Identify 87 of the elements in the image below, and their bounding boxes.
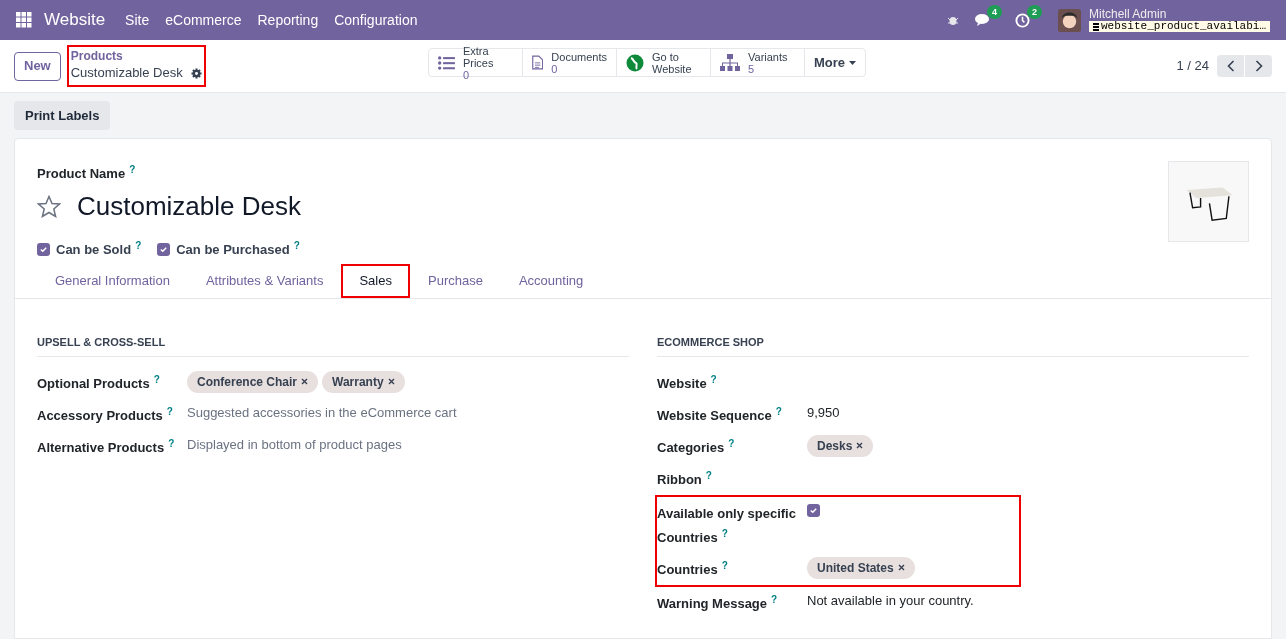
check-icon [39,245,48,255]
breadcrumb-link[interactable]: Products [70,49,202,64]
bug-icon[interactable] [946,14,959,26]
tab[interactable]: General Information [37,263,188,298]
checkbox[interactable] [37,243,50,257]
tag: Desks [807,434,874,457]
help-tooltip-mark[interactable]: ? [293,240,300,251]
field-value[interactable]: Not available in your country. [807,590,974,610]
app-name[interactable]: Website [44,7,106,33]
smart-button[interactable]: Documents 0 [523,49,617,76]
help-tooltip-mark[interactable]: ? [135,240,142,251]
checkbox-label[interactable]: Can be Sold $^{?}$ [56,240,142,260]
help-tooltip-mark[interactable]: ? [721,527,728,539]
field-label: Available only specific Countries $^{?}$ [657,505,796,545]
section-title: UPSELL & CROSS-SELL [37,335,166,348]
next-button[interactable] [1245,55,1272,77]
smart-button[interactable]: Variants 5 [711,49,805,76]
checkbox-label[interactable]: Can be Purchased $^{?}$ [176,240,300,260]
list-icon [438,54,455,71]
tag: United States [807,556,915,579]
notification-badge: 2 [1026,4,1042,19]
tab[interactable]: Accounting [500,263,602,298]
menu-item[interactable]: eCommerce [165,9,242,31]
field-label: Warning Message $^{?}$ [657,595,778,611]
checkbox[interactable] [807,503,820,517]
remove-tag-icon[interactable] [856,442,864,449]
globe-icon [626,53,644,72]
field-label: Website Sequence $^{?}$ [657,407,782,423]
field-label: Alternative Products $^{?}$ [37,439,175,455]
product-name[interactable]: Customizable Desk [77,187,301,226]
help-tooltip-mark[interactable]: ? [153,373,160,385]
field-label: Optional Products $^{?}$ [37,375,160,391]
field-label: Categories $^{?}$ [657,439,735,455]
smart-button[interactable]: Go to Website [617,49,711,76]
notification-badge: 4 [986,5,1002,19]
tag: Warranty [322,370,405,393]
help-tooltip-mark[interactable]: ? [168,437,175,449]
menu-item[interactable]: Site [125,9,150,31]
help-tooltip-mark[interactable]: ? [705,469,712,481]
check-icon [809,505,818,515]
help-tooltip-mark[interactable]: ? [728,437,735,449]
record-title: Customizable Desk [70,64,183,83]
help-tooltip-mark[interactable]: ? [129,164,136,175]
tag: Conference Chair [187,370,319,393]
apps-menu-icon[interactable] [16,12,32,28]
field-value[interactable]: 9,950 [807,402,840,422]
field-label: Website $^{?}$ [657,375,717,391]
check-icon [159,245,169,255]
checkbox[interactable] [157,243,171,257]
section-title: ECOMMERCE SHOP [657,335,764,348]
field-label: Accessory Products $^{?}$ [37,407,173,423]
menu-item[interactable]: Configuration [334,9,418,31]
tab[interactable]: Sales [341,263,410,298]
help-tooltip-mark[interactable]: ? [166,405,173,417]
settings-icon[interactable] [190,67,202,79]
chat-icon[interactable] [974,13,991,27]
tab[interactable]: Attributes & Variants [187,263,342,298]
help-tooltip-mark[interactable]: ? [721,559,728,571]
input-field[interactable]: Suggested accessories in the eCommerce cart [187,402,457,422]
pager-counter: 1 / 24 [1176,57,1209,76]
user-name[interactable]: Mitchell Admin [1088,8,1270,20]
help-tooltip-mark[interactable]: ? [775,405,782,417]
remove-tag-icon[interactable] [387,378,395,385]
chevron-left-icon [1226,60,1235,72]
chevron-right-icon [1254,60,1263,72]
print-labels-button[interactable]: Print Labels [14,101,111,130]
remove-tag-icon[interactable] [301,378,309,385]
hierarchy-icon [720,53,740,72]
new-button[interactable]: New [14,51,61,81]
field-label: Ribbon $^{?}$ [657,471,712,487]
document-icon [532,53,544,72]
more-button[interactable]: More [805,49,866,76]
database-name: website_product_availabi… [1088,21,1270,32]
help-tooltip-mark[interactable]: ? [771,593,778,605]
avatar[interactable] [1057,8,1081,32]
previous-button[interactable] [1217,55,1244,77]
star-icon[interactable] [37,195,61,218]
field-label: Countries $^{?}$ [657,561,728,577]
clock-icon[interactable] [1014,12,1030,28]
help-tooltip-mark[interactable]: ? [710,373,717,385]
field-label: Product Name $^{?}$ [37,166,136,181]
caret-icon [849,60,857,65]
menu-item[interactable]: Reporting [257,9,319,31]
input-field[interactable]: Displayed in bottom of product pages [187,434,402,454]
database-icon [1092,22,1099,31]
remove-tag-icon[interactable] [897,564,905,571]
tab[interactable]: Purchase [410,263,501,298]
